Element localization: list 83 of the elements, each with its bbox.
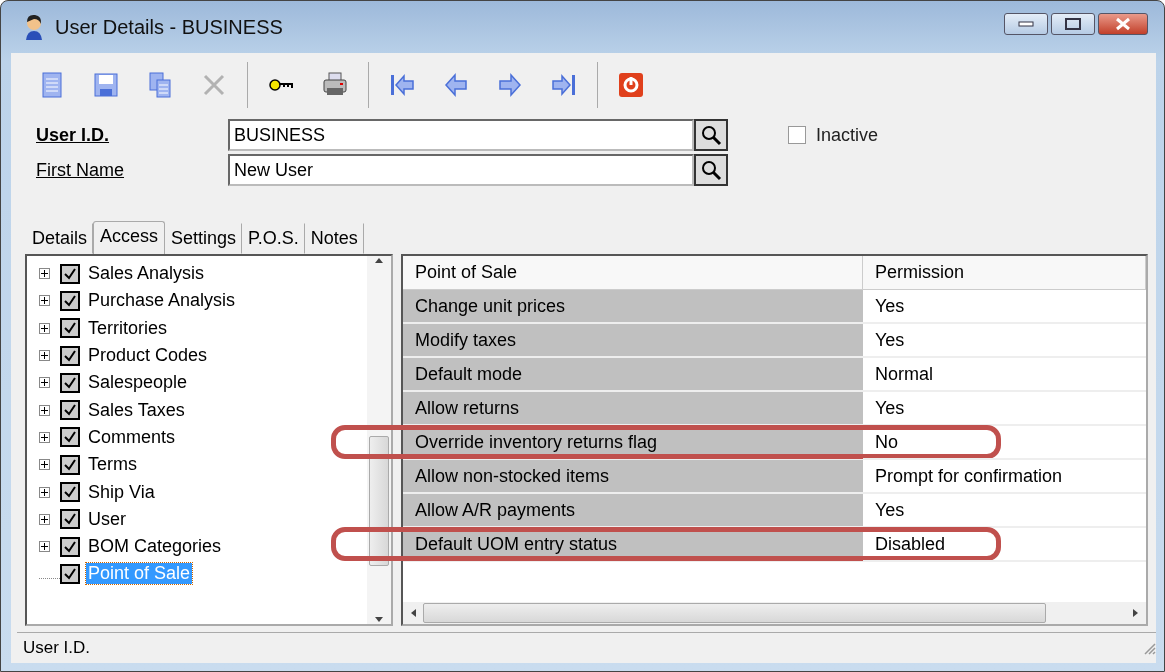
column-header[interactable]: Permission (863, 256, 1146, 290)
table-cell: Allow returns (403, 392, 863, 426)
minimize-icon (1018, 21, 1034, 27)
tree-item[interactable]: Terms (86, 454, 139, 476)
table-cell: Default mode (403, 358, 863, 392)
expand-icon[interactable] (39, 541, 50, 553)
horizontal-scrollbar[interactable] (403, 602, 1146, 624)
scroll-right-icon[interactable] (1132, 608, 1140, 618)
table-cell: Change unit prices (403, 290, 863, 324)
scroll-left-icon[interactable] (409, 608, 417, 618)
column-header[interactable]: Point of Sale (403, 256, 863, 290)
field-label: First Name (36, 159, 125, 181)
maximize-button[interactable] (1051, 13, 1095, 35)
table-cell: Allow non-stocked items (403, 460, 863, 494)
tree-item[interactable]: Sales Taxes (86, 399, 187, 421)
tree-item[interactable]: Territories (86, 317, 169, 339)
vertical-scrollbar[interactable] (367, 256, 391, 624)
table-cell: Prompt for confirmation (863, 460, 1146, 494)
close-icon (1115, 17, 1131, 31)
tree-item[interactable]: Ship Via (86, 481, 157, 503)
expand-icon[interactable] (39, 404, 50, 416)
tree-checkbox[interactable] (60, 345, 80, 366)
search-icon (700, 159, 722, 181)
tree-checkbox[interactable] (60, 372, 80, 393)
tree-checkbox[interactable] (60, 482, 80, 502)
expand-icon[interactable] (39, 431, 50, 443)
tree-item[interactable]: Purchase Analysis (86, 290, 238, 312)
expand-icon[interactable] (39, 268, 50, 280)
search-button[interactable] (694, 119, 728, 151)
table-cell: Yes (863, 290, 1146, 324)
window-title: User Details - BUSINESS (55, 15, 283, 39)
tree-checkbox[interactable] (60, 509, 80, 530)
search-button[interactable] (694, 154, 728, 186)
expand-icon[interactable] (39, 459, 50, 471)
user-icon (23, 14, 45, 40)
tree-checkbox[interactable] (60, 290, 80, 311)
table-cell: Yes (863, 494, 1146, 528)
expand-icon[interactable] (39, 350, 50, 362)
text-field[interactable]: New User (228, 154, 694, 186)
table-cell: Normal (863, 358, 1146, 392)
scroll-up-icon[interactable] (374, 256, 384, 264)
tree-item[interactable]: BOM Categories (86, 536, 224, 558)
power-icon (617, 71, 645, 99)
tree-item[interactable]: Product Codes (86, 345, 210, 367)
scroll-down-icon[interactable] (374, 616, 384, 624)
tree-checkbox[interactable] (60, 263, 80, 284)
maximize-icon (1065, 18, 1081, 30)
table-cell: Allow A/R payments (403, 494, 863, 528)
expand-icon[interactable] (39, 295, 50, 307)
search-icon (700, 124, 722, 146)
save-icon (92, 71, 120, 99)
previous-record-icon (442, 71, 470, 99)
table-cell: Modify taxes (403, 324, 863, 358)
table-cell: Disabled (863, 528, 1146, 562)
tab[interactable]: Access (93, 221, 166, 254)
expand-icon[interactable] (39, 486, 50, 498)
table-cell: Yes (863, 324, 1146, 358)
tree-item[interactable]: Sales Analysis (86, 263, 207, 285)
table-cell: Yes (863, 392, 1146, 426)
tree-checkbox[interactable] (60, 454, 80, 475)
copy-icon (146, 71, 174, 99)
status-text: User I.D. (23, 638, 91, 658)
tree-checkbox[interactable] (60, 563, 80, 584)
tree-checkbox[interactable] (60, 400, 80, 421)
field-label: User I.D. (36, 124, 111, 146)
text-field[interactable]: BUSINESS (228, 119, 694, 151)
minimize-button[interactable] (1004, 13, 1048, 35)
tree-checkbox[interactable] (60, 427, 80, 448)
tree-item[interactable]: Salespeople (86, 372, 190, 394)
close-button[interactable] (1098, 13, 1148, 35)
tree-item[interactable]: User (86, 508, 128, 530)
checkbox-label: Inactive (816, 124, 879, 146)
tree-checkbox[interactable] (60, 536, 80, 557)
resize-grip-icon[interactable] (1142, 641, 1156, 655)
tree-checkbox[interactable] (60, 318, 80, 339)
expand-icon[interactable] (39, 377, 50, 389)
first-record-icon (388, 71, 416, 99)
table-cell: No (863, 426, 1146, 460)
tree-item[interactable]: Comments (86, 426, 178, 448)
expand-icon[interactable] (39, 513, 50, 525)
next-record-icon (496, 71, 524, 99)
expand-icon[interactable] (39, 322, 50, 334)
last-record-icon (550, 71, 578, 99)
